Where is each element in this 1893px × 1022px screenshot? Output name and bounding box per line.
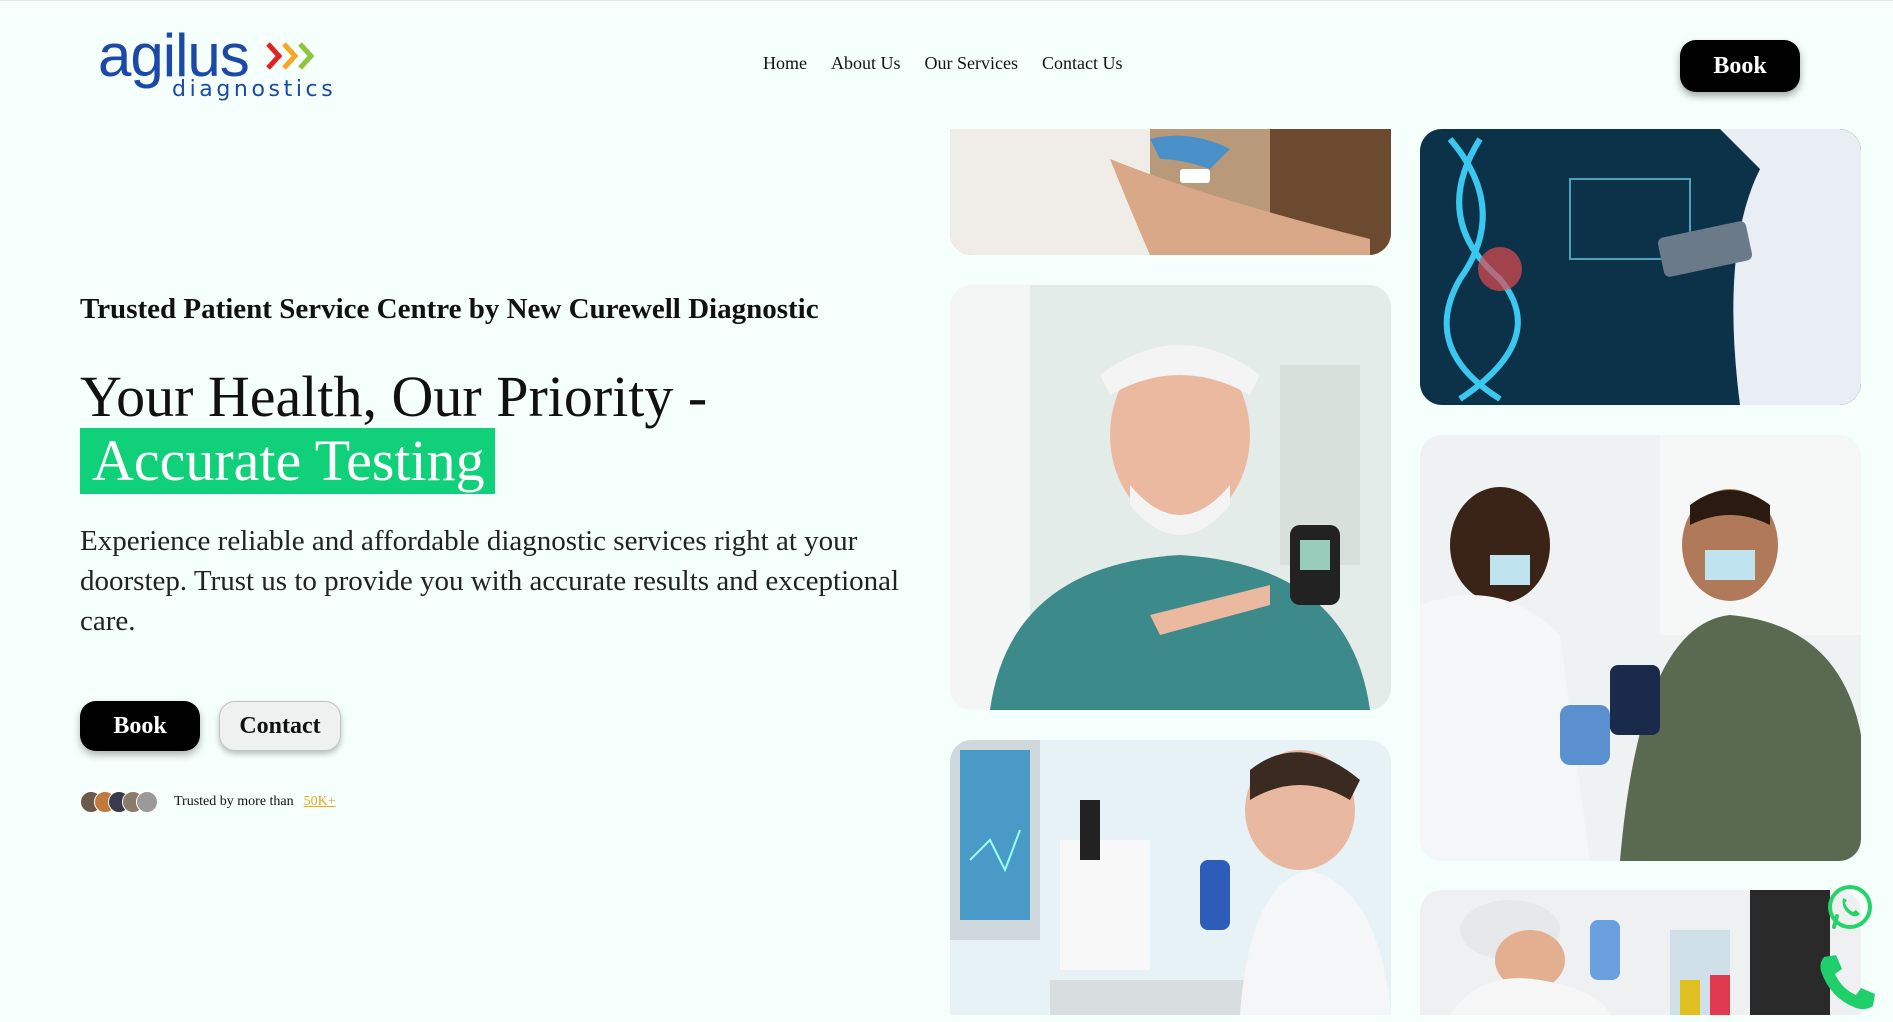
blood-draw-photo — [950, 129, 1391, 255]
lab-microscope-photo — [950, 740, 1391, 1015]
blood-pressure-photo — [1420, 435, 1861, 861]
trusted-count-link[interactable]: 50K+ — [304, 794, 336, 810]
trusted-text: Trusted by more than — [174, 794, 294, 809]
avatar — [136, 791, 158, 813]
hero-headline: Your Health, Our Priority - — [80, 364, 708, 429]
senior-glucometer-photo — [950, 285, 1391, 710]
nav-home[interactable]: Home — [763, 53, 807, 74]
lab-research-photo — [1420, 890, 1861, 1015]
main-nav: Home About Us Our Services Contact Us — [763, 53, 1123, 74]
nav-about-us[interactable]: About Us — [831, 53, 901, 74]
header-book-button[interactable]: Book — [1680, 40, 1800, 92]
nav-our-services[interactable]: Our Services — [925, 53, 1018, 74]
hero-eyebrow: Trusted Patient Service Centre by New Cu… — [80, 293, 819, 325]
avatar-stack — [80, 791, 158, 813]
hero-headline-highlight: Accurate Testing — [80, 428, 495, 494]
phone-icon[interactable] — [1816, 951, 1878, 1013]
hero-description: Experience reliable and affordable diagn… — [80, 525, 900, 637]
nav-contact-us[interactable]: Contact Us — [1042, 53, 1123, 74]
hero-book-button[interactable]: Book — [80, 701, 200, 751]
trusted-by: Trusted by more than 50K+ — [80, 791, 336, 813]
logo-arrows-icon — [266, 42, 315, 70]
dna-technology-photo — [1420, 129, 1861, 405]
whatsapp-icon[interactable] — [1826, 883, 1874, 931]
hero-contact-button[interactable]: Contact — [219, 701, 341, 751]
agilus-logo[interactable]: agilus diagnostics — [98, 22, 338, 107]
logo-subtitle: diagnostics — [172, 77, 337, 102]
